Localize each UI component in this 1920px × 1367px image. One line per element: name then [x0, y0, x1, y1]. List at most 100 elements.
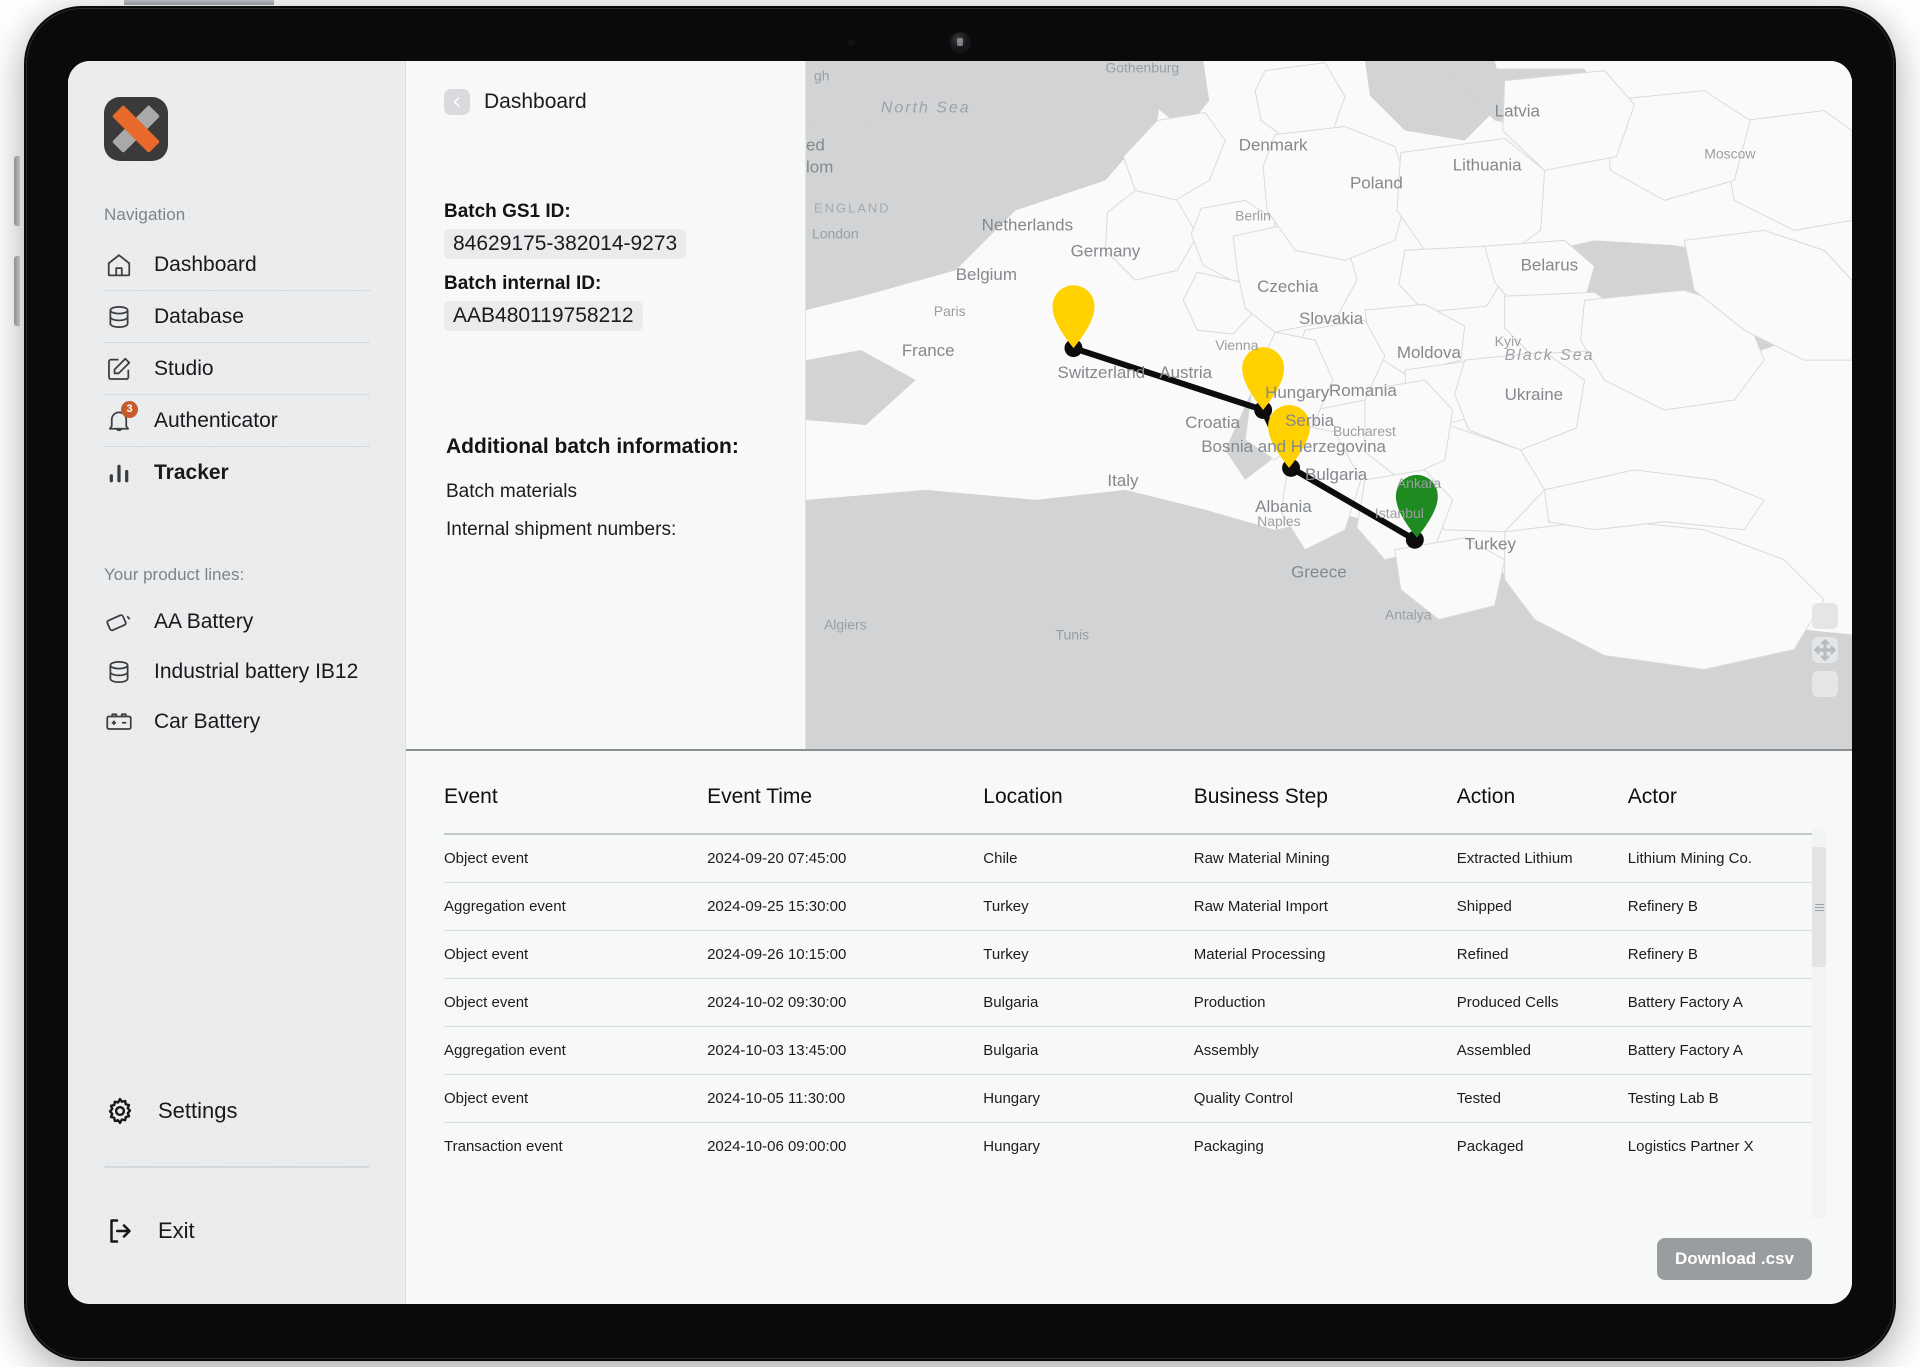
supply-chain-map[interactable]: North Sea Black Sea ENGLAND gh ed lom Lo…: [806, 61, 1852, 749]
table-row[interactable]: Object event 2024-10-05 11:30:00 Hungary…: [444, 1074, 1812, 1123]
map-label-country: Czechia: [1257, 277, 1319, 296]
map-label-country: Netherlands: [982, 215, 1073, 234]
cell-actor: Refinery B: [1627, 930, 1812, 979]
cell-business-step: Assembly: [1193, 1026, 1457, 1075]
sidebar: Navigation Dashboard Database Studio 3 A…: [68, 61, 406, 1304]
notification-badge: 3: [121, 400, 138, 418]
map-label-country: Bulgaria: [1305, 465, 1368, 484]
table-row[interactable]: Object event 2024-09-26 10:15:00 Turkey …: [444, 930, 1812, 979]
sidebar-item-authenticator[interactable]: 3 Authenticator: [104, 395, 370, 447]
sidebar-item-studio[interactable]: Studio: [104, 343, 370, 395]
cell-action: Shipped: [1456, 882, 1628, 931]
cell-actor: Refinery B: [1627, 882, 1812, 931]
map-label-country: Belgium: [956, 265, 1017, 284]
table-row[interactable]: Aggregation event 2024-10-03 13:45:00 Bu…: [444, 1026, 1812, 1075]
cell-location: Hungary: [983, 1074, 1194, 1123]
additional-info-row: Internal shipment numbers:: [446, 519, 677, 540]
batch-id-group: Batch GS1 ID: 84629175-382014-9273 Batch…: [444, 201, 776, 345]
map-label-city: Berlin: [1235, 207, 1271, 223]
additional-info-title: Additional batch information:: [446, 435, 739, 458]
sidebar-footer: Settings Exit: [104, 1082, 370, 1260]
volume-up-button[interactable]: [14, 156, 20, 226]
table-row[interactable]: Object event 2024-09-20 07:45:00 Chile R…: [444, 834, 1812, 883]
gs1-id-label: Batch GS1 ID:: [444, 201, 571, 222]
product-line-car-battery[interactable]: Car Battery: [104, 697, 370, 747]
map-label-country: Croatia: [1185, 413, 1240, 432]
cell-business-step: Material Processing: [1193, 930, 1457, 979]
product-line-label: Industrial battery IB12: [154, 660, 359, 683]
map-label-partial: ed: [806, 135, 825, 154]
column-header-actor[interactable]: Actor: [1628, 785, 1812, 834]
internal-id-value[interactable]: AAB480119758212: [444, 301, 643, 331]
bar-chart-icon: [104, 458, 134, 488]
events-table-body: Object event 2024-09-20 07:45:00 Chile R…: [444, 834, 1812, 1170]
events-table-head: Event Event Time Location Business Step …: [444, 785, 1812, 834]
events-table-wrapper: Event Event Time Location Business Step …: [444, 785, 1826, 1224]
column-header-event[interactable]: Event: [444, 785, 707, 834]
cell-actor: Battery Factory A: [1627, 1026, 1812, 1075]
cell-business-step: Raw Material Import: [1193, 882, 1457, 931]
sidebar-item-tracker[interactable]: Tracker: [104, 447, 370, 499]
back-button[interactable]: [444, 89, 470, 115]
app-logo[interactable]: [104, 97, 168, 161]
sidebar-item-dashboard[interactable]: Dashboard: [104, 239, 370, 291]
table-row[interactable]: Object event 2024-10-02 09:30:00 Bulgari…: [444, 978, 1812, 1027]
map-label-city: London: [812, 225, 859, 241]
map-label-region: ENGLAND: [814, 200, 891, 215]
cell-action: Assembled: [1456, 1026, 1628, 1075]
database-icon: [104, 657, 134, 687]
cell-location: Bulgaria: [983, 1026, 1194, 1075]
column-header-event-time[interactable]: Event Time: [707, 785, 983, 834]
additional-info-row: Batch materials: [446, 481, 577, 502]
breadcrumb: Dashboard: [444, 89, 776, 115]
column-header-action[interactable]: Action: [1457, 785, 1628, 834]
map-label-country: Moldova: [1397, 343, 1462, 362]
cell-actor: Logistics Partner X: [1627, 1138, 1754, 1155]
map-label-city: Moscow: [1704, 145, 1756, 161]
cell-business-step: Raw Material Mining: [1193, 834, 1457, 883]
product-line-industrial-battery[interactable]: Industrial battery IB12: [104, 647, 370, 697]
sidebar-item-database[interactable]: Database: [104, 291, 370, 343]
home-icon: [104, 250, 134, 280]
cell-event-time: 2024-10-05 11:30:00: [707, 1074, 984, 1123]
table-row[interactable]: Aggregation event 2024-09-25 15:30:00 Tu…: [444, 882, 1812, 931]
cell-event: Object event: [444, 930, 708, 979]
map-recenter-button[interactable]: [1812, 639, 1838, 697]
product-line-aa-battery[interactable]: AA Battery: [104, 597, 370, 647]
cell-action: Produced Cells: [1456, 978, 1628, 1027]
map-label-country: Lithuania: [1453, 155, 1522, 174]
cell-business-step: Quality Control: [1193, 1074, 1457, 1123]
map-label-city: Kyiv: [1495, 333, 1521, 349]
cell-actor: Lithium Mining Co.: [1627, 834, 1812, 883]
cell-event-time: 2024-10-03 13:45:00: [707, 1026, 984, 1075]
map-label-country: Denmark: [1239, 135, 1308, 154]
cell-location: Hungary: [983, 1138, 1040, 1155]
table-row[interactable]: Transaction event 2024-10-06 09:00:00 Hu…: [444, 1123, 1812, 1171]
cell-event-time: 2024-09-26 10:15:00: [707, 930, 984, 979]
download-csv-button[interactable]: Download .csv: [1656, 1238, 1812, 1280]
table-scrollbar-thumb[interactable]: [1812, 847, 1826, 967]
map-canvas: North Sea Black Sea ENGLAND gh ed lom Lo…: [806, 61, 1852, 749]
batch-info-panel: Dashboard Batch GS1 ID: 84629175-382014-…: [406, 61, 806, 749]
column-header-location[interactable]: Location: [983, 785, 1193, 834]
internal-id-label: Batch internal ID:: [444, 273, 602, 294]
map-label-country: Austria: [1159, 363, 1212, 382]
power-button[interactable]: [124, 0, 274, 5]
table-scrollbar[interactable]: [1812, 829, 1826, 1218]
exit-label: Exit: [158, 1218, 195, 1243]
map-label-city: Ankara: [1397, 475, 1441, 491]
cell-action: Refined: [1456, 930, 1628, 979]
map-label-city: Istanbul: [1375, 505, 1424, 521]
gs1-id-value[interactable]: 84629175-382014-9273: [444, 229, 687, 259]
exit-button[interactable]: Exit: [104, 1202, 370, 1260]
ambient-sensor: [847, 39, 855, 46]
settings-button[interactable]: Settings: [104, 1082, 370, 1140]
upper-panel: Dashboard Batch GS1 ID: 84629175-382014-…: [406, 61, 1852, 751]
cell-event: Object event: [444, 1074, 708, 1123]
cell-location: Chile: [983, 834, 1194, 883]
volume-down-button[interactable]: [14, 256, 20, 326]
product-lines-label: Your product lines:: [104, 565, 245, 584]
column-header-business-step[interactable]: Business Step: [1194, 785, 1457, 834]
map-label-country: Greece: [1291, 563, 1347, 582]
